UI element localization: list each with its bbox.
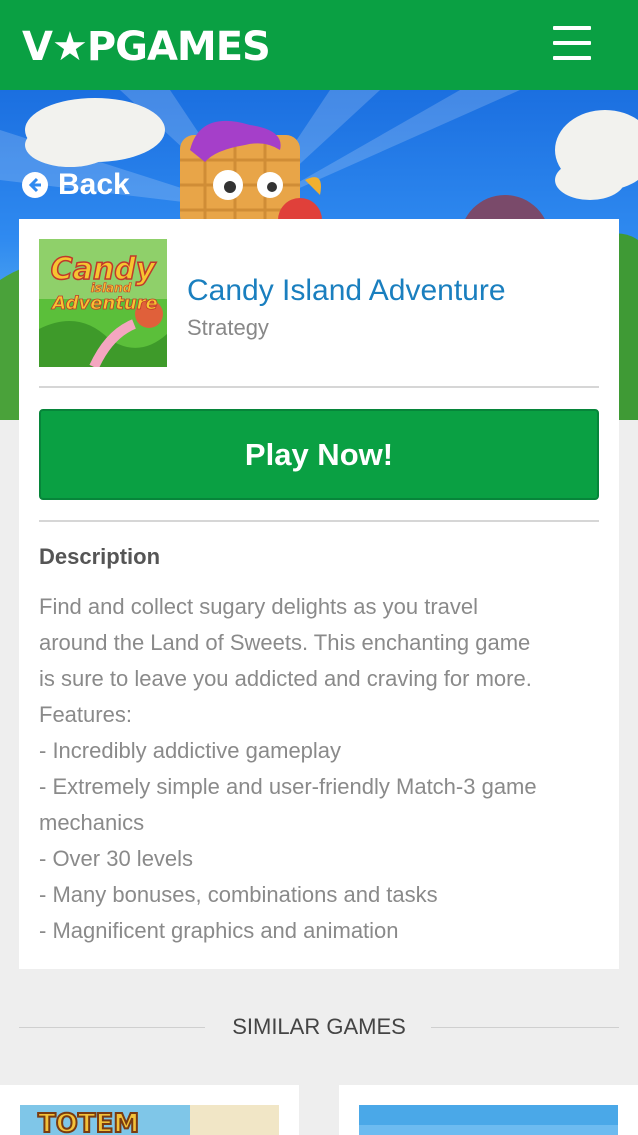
description-heading: Description xyxy=(39,544,161,569)
similar-game-tile[interactable] xyxy=(339,1085,638,1135)
description-line: - Magnificent graphics and animation xyxy=(39,918,399,943)
back-link[interactable]: Back xyxy=(22,168,130,202)
svg-text:Adventure: Adventure xyxy=(50,293,158,314)
description-line: - Extremely simple and user-friendly Mat… xyxy=(39,774,537,799)
game-category[interactable]: Strategy xyxy=(187,315,269,341)
similar-games-header: SIMILAR GAMES xyxy=(19,1012,619,1042)
divider xyxy=(39,520,599,522)
hamburger-icon[interactable] xyxy=(553,26,591,60)
similar-games-heading: SIMILAR GAMES xyxy=(232,1014,406,1039)
logo-text: V★PGAMES xyxy=(22,24,271,70)
site-logo[interactable]: V★PGAMES xyxy=(22,24,271,70)
description-line: mechanics xyxy=(39,810,145,835)
top-bar: V★PGAMES xyxy=(0,0,638,90)
similar-game-tile[interactable]: TOTEM xyxy=(0,1085,299,1135)
game-thumbnail[interactable]: Candy island Adventure xyxy=(39,239,167,367)
description-line: around the Land of Sweets. This enchanti… xyxy=(39,630,531,655)
play-now-button[interactable]: Play Now! xyxy=(39,409,599,500)
divider xyxy=(39,386,599,388)
description-line: Find and collect sugary delights as you … xyxy=(39,594,479,619)
similar-game-thumbnail xyxy=(359,1105,618,1135)
description-line: Features: xyxy=(39,702,132,727)
arrow-left-circle-icon xyxy=(22,172,48,198)
back-label: Back xyxy=(58,168,130,201)
description-line: - Over 30 levels xyxy=(39,846,194,871)
game-card: Candy island Adventure Candy Island Adve… xyxy=(19,219,619,969)
description-line: - Incredibly addictive gameplay xyxy=(39,738,342,763)
description-line: - Many bonuses, combinations and tasks xyxy=(39,882,438,907)
similar-game-title: TOTEM xyxy=(38,1109,139,1135)
description-line: is sure to leave you addicted and cravin… xyxy=(39,666,532,691)
game-title: Candy Island Adventure xyxy=(187,274,506,307)
similar-game-thumbnail: TOTEM xyxy=(20,1105,279,1135)
description-text: Find and collect sugary delights as you … xyxy=(39,589,599,949)
